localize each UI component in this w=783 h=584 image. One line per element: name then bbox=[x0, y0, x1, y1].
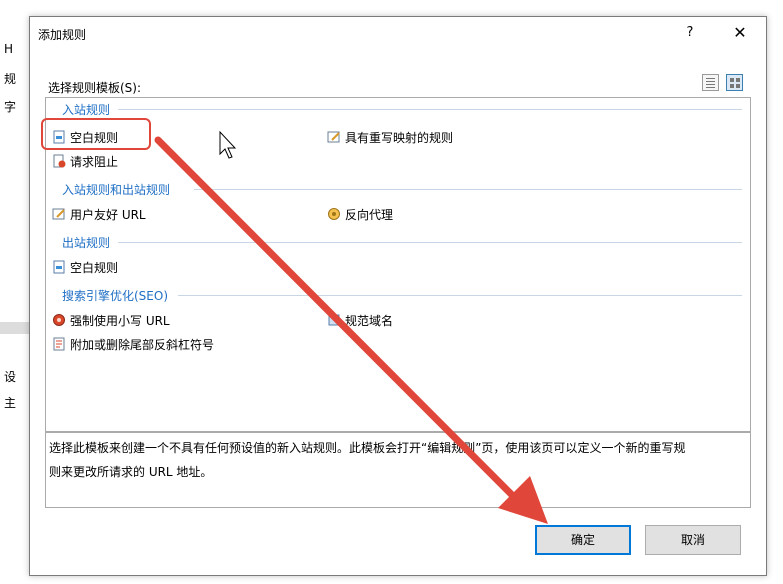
annotation-arrow bbox=[154, 136, 548, 524]
annotation-overlay bbox=[154, 130, 548, 524]
mouse-cursor-icon bbox=[219, 130, 237, 159]
